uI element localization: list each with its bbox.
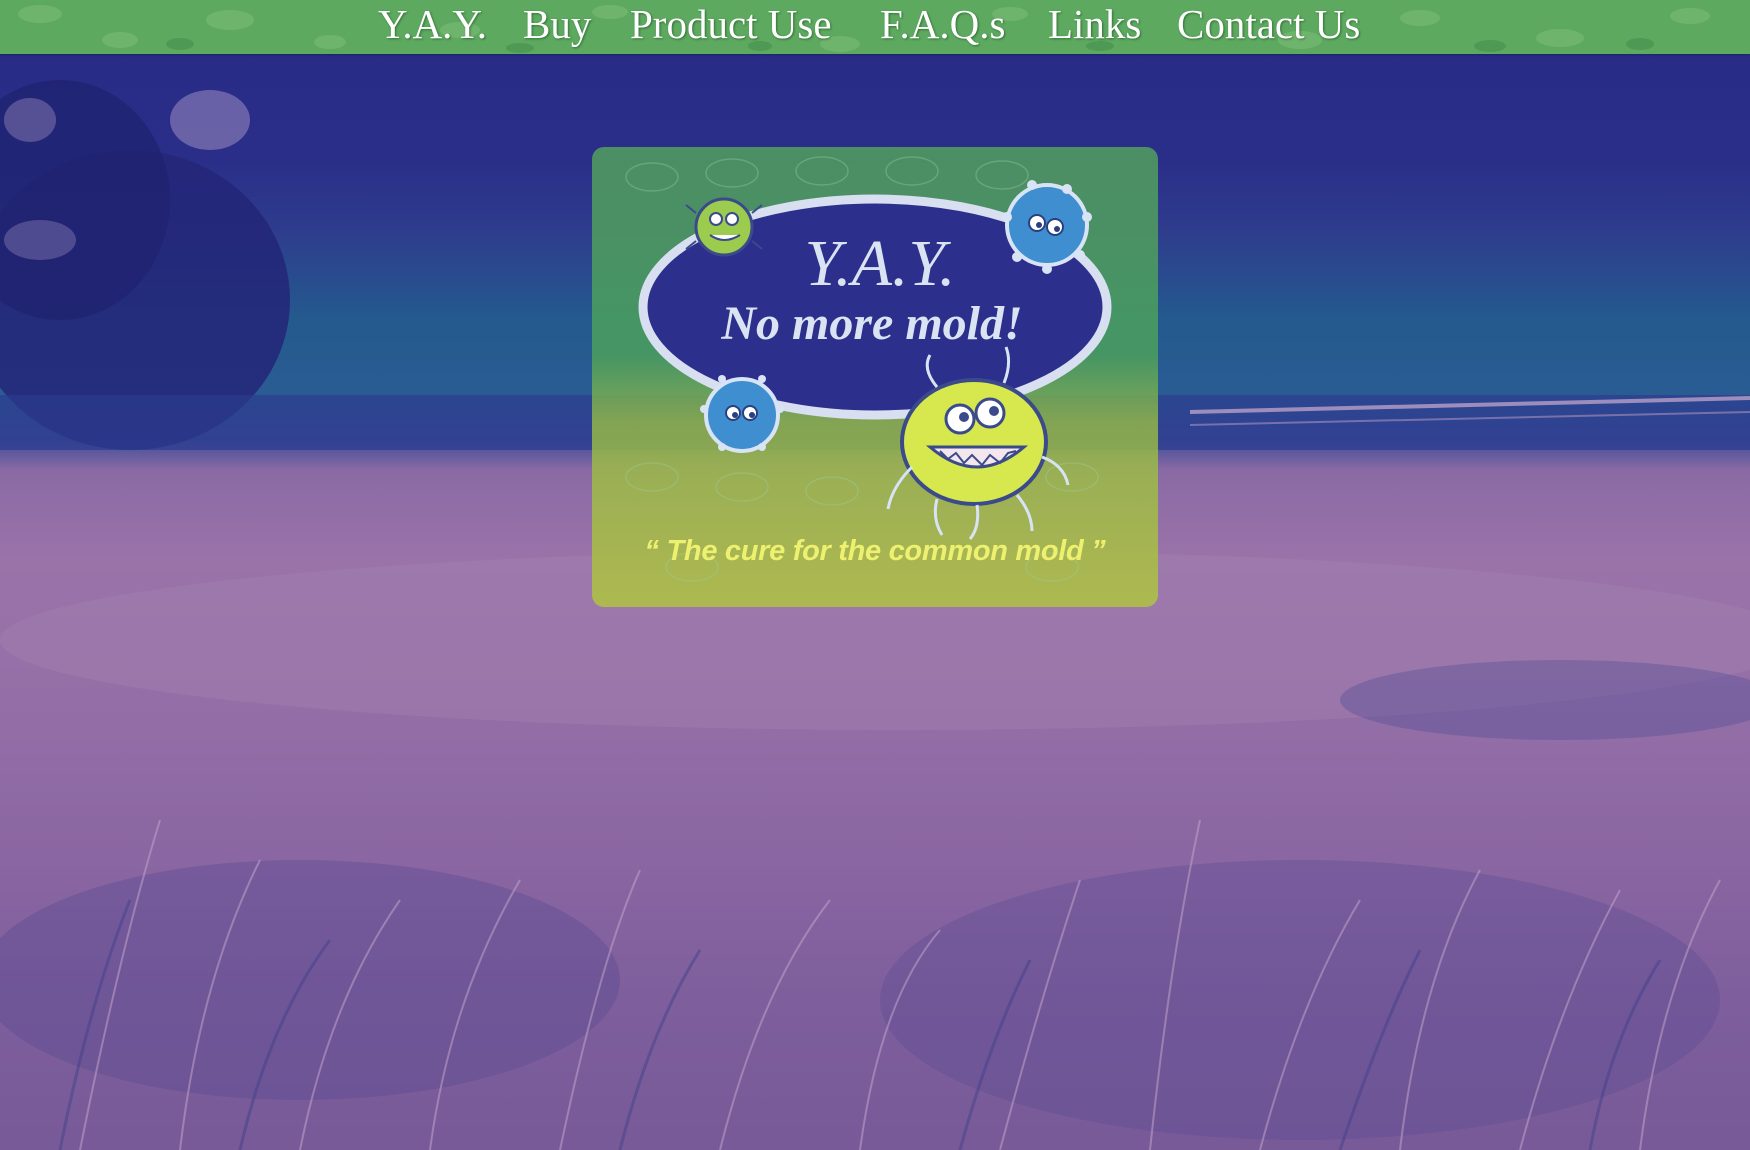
nav-link-links[interactable]: Links <box>1048 0 1141 48</box>
logo-card: Y.A.Y. No more mold! “ The cure for the … <box>592 147 1158 607</box>
nav-link-contact-us[interactable]: Contact Us <box>1177 0 1360 48</box>
nav-link-yay[interactable]: Y.A.Y. <box>378 0 487 48</box>
logo-title: Y.A.Y. <box>804 227 955 300</box>
nav-link-buy[interactable]: Buy <box>523 0 591 48</box>
nav-link-product-use[interactable]: Product Use <box>630 0 832 48</box>
nav-link-faqs[interactable]: F.A.Q.s <box>880 0 1005 48</box>
logo-tagline: “ The cure for the common mold ” <box>644 535 1106 567</box>
nav-menu: Y.A.Y. Buy Product Use F.A.Q.s Links Con… <box>0 0 1750 54</box>
logo-subtitle: No more mold! <box>720 297 1022 350</box>
top-nav-bar: Y.A.Y. Buy Product Use F.A.Q.s Links Con… <box>0 0 1750 54</box>
